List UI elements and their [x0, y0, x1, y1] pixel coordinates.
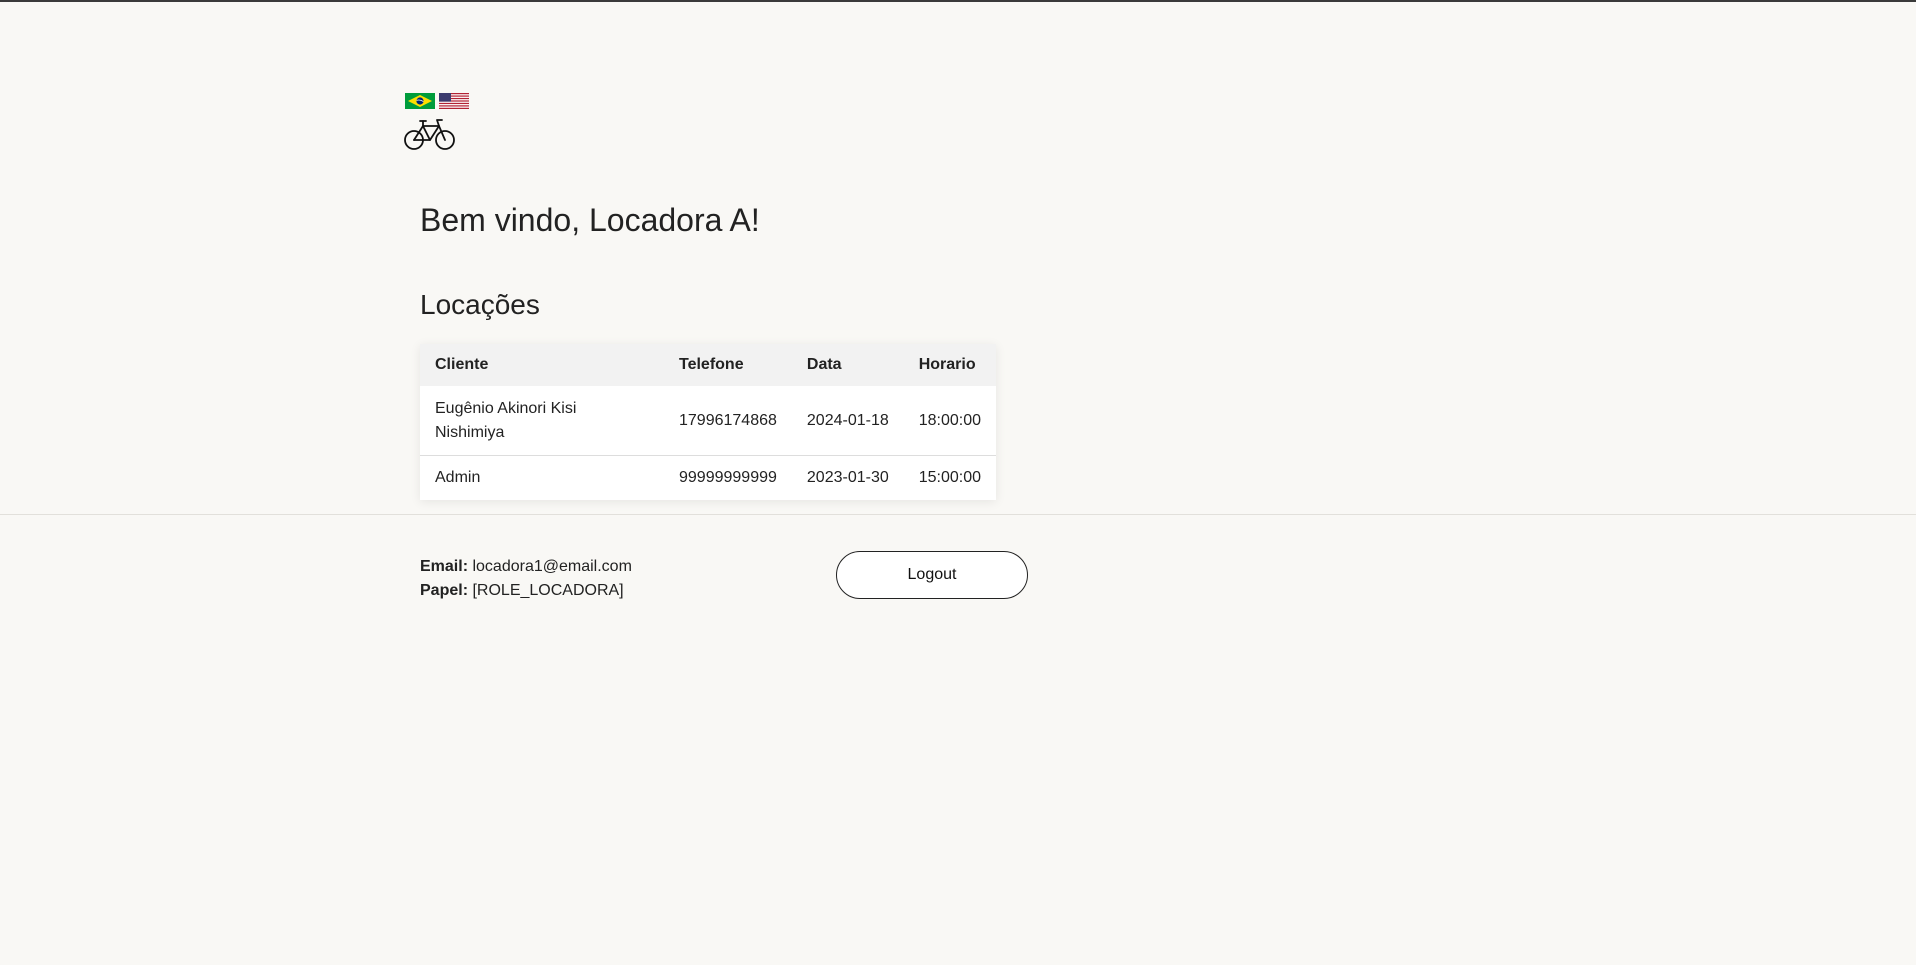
rentals-table: Cliente Telefone Data Horario Eugênio Ak… — [420, 344, 996, 500]
cell-client: Eugênio Akinori Kisi Nishimiya — [435, 399, 577, 441]
table-row: Eugênio Akinori Kisi Nishimiya 179961748… — [420, 386, 996, 456]
logout-button[interactable]: Logout — [836, 551, 1028, 599]
cell-time: 15:00:00 — [918, 469, 981, 486]
email-line: Email: locadora1@email.com — [420, 555, 632, 579]
cell-date: 2024-01-18 — [806, 411, 889, 429]
email-label: Email: — [420, 558, 469, 575]
cell-phone: 99999999999 — [679, 469, 777, 486]
table-header-row: Cliente Telefone Data Horario — [420, 344, 996, 386]
role-label: Papel: — [420, 582, 469, 599]
bicycle-icon[interactable] — [404, 116, 456, 152]
rentals-section-title: Locações — [420, 289, 540, 320]
column-header-time: Horario — [918, 356, 976, 373]
column-header-phone: Telefone — [679, 356, 744, 373]
cell-date: 2023-01-30 — [806, 469, 889, 486]
footer-divider — [0, 514, 1916, 515]
column-header-client: Cliente — [435, 356, 489, 373]
language-selector — [405, 93, 469, 109]
cell-client: Admin — [435, 469, 481, 486]
role-line: Papel: [ROLE_LOCADORA] — [420, 579, 632, 603]
role-value: [ROLE_LOCADORA] — [472, 582, 624, 599]
column-header-date: Data — [806, 356, 842, 373]
brazil-flag-icon[interactable] — [405, 93, 435, 109]
cell-time: 18:00:00 — [918, 411, 981, 429]
welcome-heading: Bem vindo, Locadora A! — [420, 202, 760, 238]
table-row: Admin 99999999999 2023-01-30 15:00:00 — [420, 456, 996, 501]
cell-phone: 17996174868 — [679, 411, 777, 429]
usa-flag-icon[interactable] — [439, 93, 469, 109]
user-info: Email: locadora1@email.com Papel: [ROLE_… — [420, 555, 632, 603]
email-value: locadora1@email.com — [472, 558, 632, 575]
